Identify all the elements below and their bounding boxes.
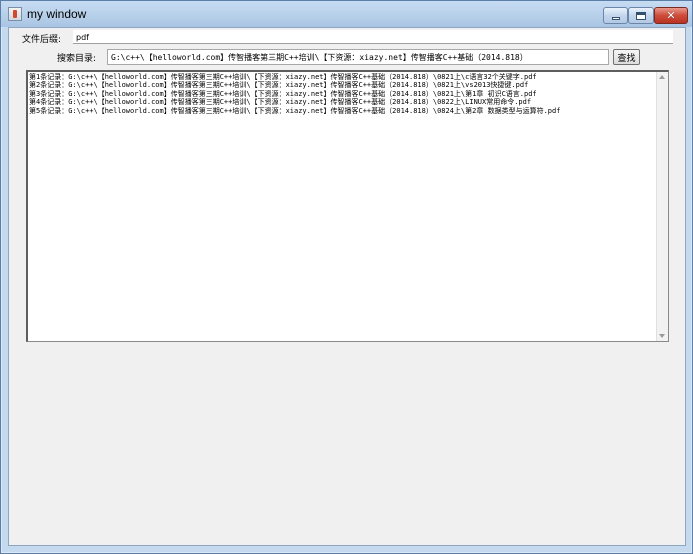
result-line: 第4条记录：G:\c++\【helloworld.com】传智播客第三期C++培… bbox=[29, 98, 532, 107]
results-textarea[interactable]: 第1条记录：G:\c++\【helloworld.com】传智播客第三期C++培… bbox=[26, 70, 669, 342]
window-title: my window bbox=[27, 7, 87, 21]
maximize-button[interactable] bbox=[628, 7, 654, 24]
result-line: 第3条记录：G:\c++\【helloworld.com】传智播客第三期C++培… bbox=[29, 89, 537, 98]
minimize-button[interactable] bbox=[603, 7, 628, 24]
results-list: 第1条记录：G:\c++\【helloworld.com】传智播客第三期C++培… bbox=[29, 73, 656, 340]
close-icon: ✕ bbox=[666, 9, 676, 22]
scroll-down-icon[interactable] bbox=[659, 334, 665, 338]
search-button[interactable]: 查找 bbox=[613, 49, 640, 65]
minimize-icon bbox=[611, 17, 620, 20]
result-line: 第5条记录：G:\c++\【helloworld.com】传智播客第三期C++培… bbox=[29, 106, 561, 115]
title-bar[interactable]: my window ✕ bbox=[1, 1, 692, 27]
maximize-icon bbox=[636, 11, 646, 20]
search-dir-label: 搜索目录: bbox=[57, 54, 97, 64]
close-button[interactable]: ✕ bbox=[654, 7, 688, 24]
app-window: my window ✕ 文件后缀: 搜索目录: G:\c++\【hellowor… bbox=[0, 0, 693, 554]
search-dir-input[interactable]: G:\c++\【helloworld.com】传智播客第三期C++培训\【下资源… bbox=[107, 49, 609, 65]
window-content: 文件后缀: 搜索目录: G:\c++\【helloworld.com】传智播客第… bbox=[8, 27, 686, 546]
suffix-label: 文件后缀: bbox=[22, 35, 62, 45]
result-line: 第2条记录：G:\c++\【helloworld.com】传智播客第三期C++培… bbox=[29, 81, 529, 90]
scroll-up-icon[interactable] bbox=[659, 75, 665, 79]
java-app-icon[interactable] bbox=[8, 7, 22, 21]
vertical-scrollbar[interactable] bbox=[656, 72, 668, 341]
suffix-input[interactable] bbox=[73, 30, 673, 44]
